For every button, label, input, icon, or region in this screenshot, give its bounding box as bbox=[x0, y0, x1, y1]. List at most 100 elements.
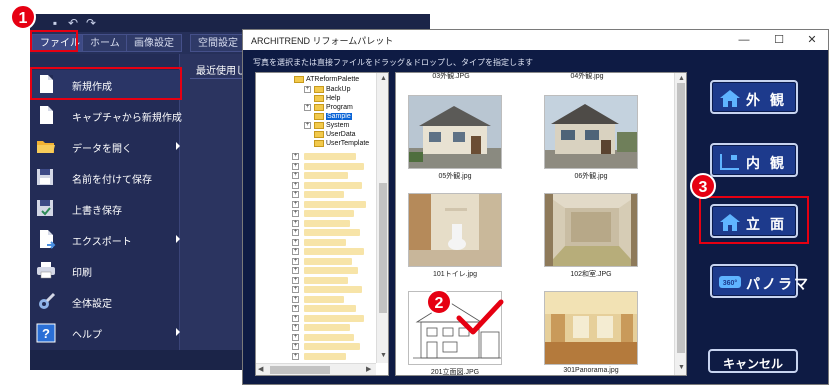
menu-item-label: 上書き保存 bbox=[72, 206, 122, 217]
image-thumbnail-grid[interactable]: 03外観.JPG 04外観.jpg 05外観.jpg 06外観.jpg 101ト… bbox=[395, 72, 687, 376]
obscured-tree-node[interactable] bbox=[304, 305, 356, 312]
expand-toggle[interactable]: + bbox=[292, 295, 299, 303]
scroll-down-icon[interactable]: ▼ bbox=[380, 351, 387, 361]
svg-text:360°: 360° bbox=[723, 279, 738, 287]
obscured-tree-node[interactable] bbox=[304, 295, 344, 303]
thumbnail-caption: 04外観.jpg bbox=[570, 73, 604, 80]
thumbnail-panorama-301[interactable] bbox=[544, 291, 638, 365]
menu-item-open-data[interactable]: データを開く bbox=[30, 132, 180, 162]
expand-toggle[interactable]: + bbox=[292, 200, 299, 208]
undo-icon[interactable]: ↶ bbox=[66, 16, 80, 30]
expand-toggle[interactable]: + bbox=[292, 286, 299, 293]
expand-toggle[interactable]: + bbox=[292, 219, 299, 227]
scroll-down-icon[interactable]: ▼ bbox=[678, 363, 685, 373]
expand-toggle[interactable]: + bbox=[292, 352, 299, 360]
tab-image-settings[interactable]: 画像設定 bbox=[126, 34, 182, 52]
exterior-button[interactable]: 外観 bbox=[710, 80, 798, 114]
obscured-tree-node[interactable] bbox=[304, 286, 362, 293]
expand-toggle[interactable]: + bbox=[292, 181, 299, 189]
menu-item-new-from-capture[interactable]: キャプチャから新規作成 bbox=[30, 101, 182, 131]
obscured-tree-node[interactable] bbox=[304, 276, 348, 284]
menu-item-save-as[interactable]: 名前を付けて保存 bbox=[30, 163, 180, 193]
exterior-house-icon bbox=[720, 90, 740, 107]
interior-button[interactable]: 内観 bbox=[710, 143, 798, 177]
expand-toggle[interactable]: + bbox=[292, 324, 299, 331]
obscured-tree-node[interactable] bbox=[304, 191, 344, 198]
expand-toggle[interactable]: + bbox=[292, 153, 299, 160]
minimize-button[interactable]: — bbox=[730, 30, 758, 50]
highlight-elevation-button bbox=[699, 196, 809, 244]
expand-toggle[interactable]: + bbox=[292, 248, 299, 255]
obscured-tree-node[interactable] bbox=[304, 153, 356, 160]
scroll-right-icon[interactable]: ▶ bbox=[366, 365, 371, 375]
save-icon[interactable]: ▪ bbox=[48, 16, 62, 30]
expand-toggle[interactable]: + bbox=[292, 162, 299, 170]
obscured-tree-node[interactable] bbox=[304, 172, 348, 179]
menu-item-label: キャプチャから新規作成 bbox=[72, 113, 182, 124]
dialog-title: ARCHITREND リフォームパレット bbox=[251, 36, 394, 46]
thumbnail-exterior-06[interactable] bbox=[544, 95, 638, 169]
expand-toggle[interactable]: + bbox=[292, 343, 299, 350]
maximize-button[interactable]: ☐ bbox=[765, 30, 793, 50]
expand-toggle[interactable]: + bbox=[304, 86, 311, 93]
expand-toggle[interactable]: + bbox=[292, 210, 299, 217]
tree-node-usertemplate[interactable]: UserTemplate bbox=[314, 139, 369, 149]
obscured-tree-node[interactable] bbox=[304, 200, 366, 208]
obscured-tree-node[interactable] bbox=[304, 229, 360, 236]
expand-toggle[interactable]: + bbox=[304, 122, 311, 129]
obscured-tree-node[interactable] bbox=[304, 162, 364, 170]
scroll-thumb[interactable] bbox=[379, 183, 387, 313]
obscured-tree-node[interactable] bbox=[304, 257, 352, 265]
expand-toggle[interactable]: + bbox=[292, 333, 299, 341]
obscured-tree-node[interactable] bbox=[304, 248, 364, 255]
obscured-tree-node[interactable] bbox=[304, 333, 354, 341]
thumbnail-japanese-room-102[interactable] bbox=[544, 193, 638, 267]
expand-toggle[interactable]: + bbox=[292, 314, 299, 322]
obscured-tree-node[interactable] bbox=[304, 343, 360, 350]
scroll-left-icon[interactable]: ◀ bbox=[258, 365, 263, 375]
obscured-tree-node[interactable] bbox=[304, 181, 362, 189]
tree-node-root[interactable]: ATReformPalette bbox=[294, 75, 359, 85]
scroll-thumb[interactable] bbox=[677, 83, 685, 353]
scroll-thumb[interactable] bbox=[270, 366, 330, 374]
thumbnail-toilet-101[interactable] bbox=[408, 193, 502, 267]
expand-toggle[interactable]: + bbox=[304, 104, 311, 111]
menu-item-export[interactable]: エクスポート bbox=[30, 225, 180, 255]
interior-room-icon bbox=[720, 154, 739, 170]
tab-space-settings[interactable]: 空間設定 bbox=[190, 34, 246, 52]
obscured-tree-node[interactable] bbox=[304, 210, 354, 217]
menu-item-help[interactable]: ? ヘルプ bbox=[30, 318, 180, 348]
obscured-tree-node[interactable] bbox=[304, 219, 350, 227]
images-vertical-scrollbar[interactable]: ▲ ▼ bbox=[674, 73, 686, 375]
obscured-tree-node[interactable] bbox=[304, 238, 346, 246]
thumbnail-caption: 03外観.JPG bbox=[432, 73, 470, 80]
expand-toggle[interactable]: + bbox=[292, 229, 299, 236]
expand-toggle[interactable]: + bbox=[292, 172, 299, 179]
expand-toggle[interactable]: + bbox=[292, 238, 299, 246]
expand-toggle[interactable]: + bbox=[292, 257, 299, 265]
expand-toggle[interactable]: + bbox=[292, 267, 299, 274]
menu-item-save[interactable]: 上書き保存 bbox=[30, 194, 180, 224]
expand-toggle[interactable]: + bbox=[292, 276, 299, 284]
thumbnail-exterior-05[interactable] bbox=[408, 95, 502, 169]
obscured-tree-node[interactable] bbox=[304, 352, 346, 360]
panorama-button[interactable]: 360° パノラマ bbox=[710, 264, 808, 298]
expand-toggle[interactable]: + bbox=[292, 191, 299, 198]
obscured-tree-node[interactable] bbox=[304, 267, 358, 274]
tree-horizontal-scrollbar[interactable]: ◀ ▶ bbox=[256, 363, 376, 375]
folder-tree[interactable]: ATReformPalette + BackUp Help + Program … bbox=[255, 72, 389, 376]
tab-home[interactable]: ホーム bbox=[82, 34, 128, 52]
help-icon: ? bbox=[36, 323, 56, 343]
obscured-tree-node[interactable] bbox=[304, 314, 364, 322]
step-badge-1: 1 bbox=[10, 4, 36, 30]
scroll-up-icon[interactable]: ▲ bbox=[380, 74, 387, 84]
menu-item-global-settings[interactable]: 全体設定 bbox=[30, 287, 180, 317]
tree-vertical-scrollbar[interactable]: ▲ ▼ bbox=[376, 73, 388, 363]
cancel-button[interactable]: キャンセル bbox=[708, 349, 798, 373]
menu-item-print[interactable]: 印刷 bbox=[30, 256, 180, 286]
obscured-tree-node[interactable] bbox=[304, 324, 350, 331]
save-icon bbox=[36, 199, 56, 219]
expand-toggle[interactable]: + bbox=[292, 305, 299, 312]
redo-icon[interactable]: ↷ bbox=[84, 16, 98, 30]
close-button[interactable]: ✕ bbox=[798, 30, 826, 50]
